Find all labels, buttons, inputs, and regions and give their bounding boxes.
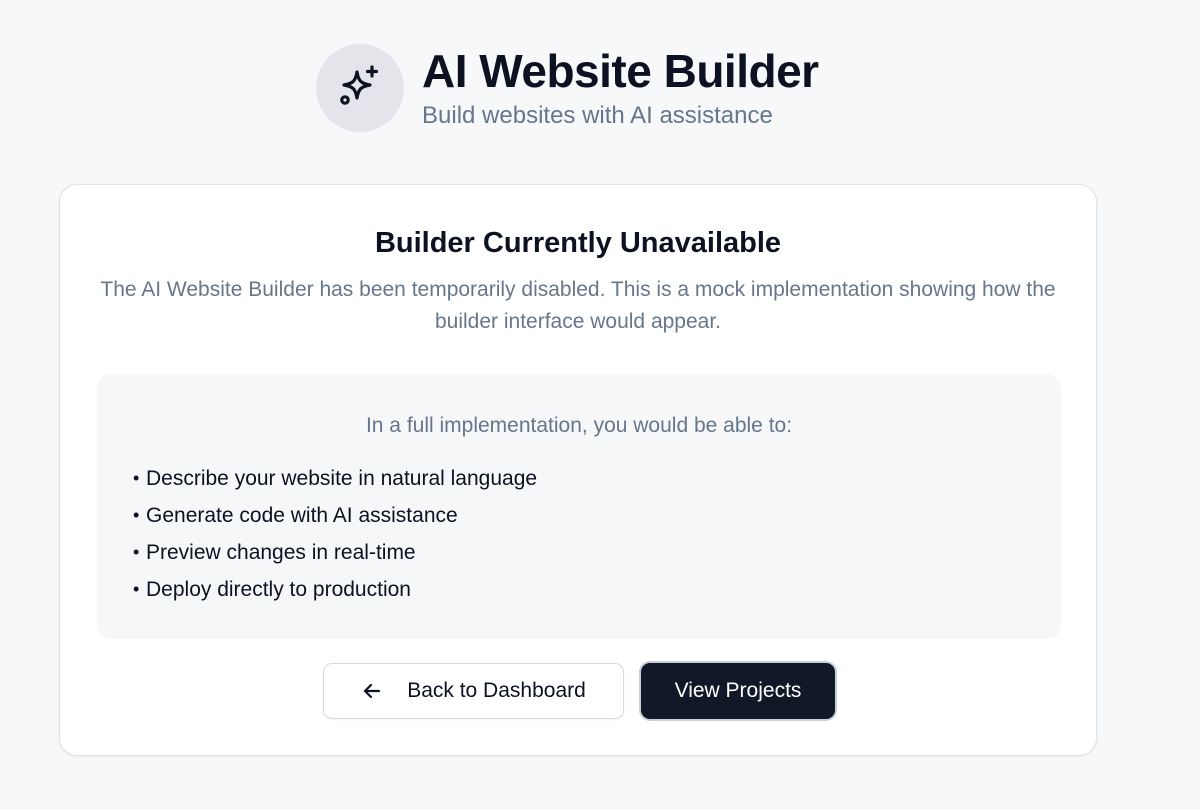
view-projects-button[interactable]: View Projects <box>641 663 835 719</box>
back-to-dashboard-button[interactable]: Back to Dashboard <box>323 663 624 719</box>
page-subtitle: Build websites with AI assistance <box>422 102 773 129</box>
sparkles-icon <box>335 61 385 116</box>
arrow-left-icon <box>361 680 383 702</box>
feature-list: • Describe your website in natural langu… <box>133 460 537 608</box>
page-header: AI Website Builder Build websites with A… <box>316 44 819 132</box>
list-item: • Preview changes in real-time <box>133 534 537 571</box>
list-item-text: Describe your website in natural languag… <box>146 466 538 490</box>
unavailable-card: Builder Currently Unavailable The AI Web… <box>59 184 1097 756</box>
card-description: The AI Website Builder has been temporar… <box>100 278 1056 333</box>
view-projects-label: View Projects <box>674 679 802 702</box>
list-item: • Describe your website in natural langu… <box>133 460 537 497</box>
feature-intro: In a full implementation, you would be a… <box>365 414 793 437</box>
bullet: • <box>133 468 140 488</box>
list-item-text: Deploy directly to production <box>146 577 411 601</box>
list-item-text: Preview changes in real-time <box>146 540 416 564</box>
bullet: • <box>133 542 140 562</box>
back-button-label: Back to Dashboard <box>407 679 586 702</box>
bullet: • <box>133 505 140 525</box>
bullet: • <box>133 579 140 599</box>
header-text: AI Website Builder Build websites with A… <box>422 45 819 131</box>
list-item: • Deploy directly to production <box>133 571 537 608</box>
logo-badge <box>316 44 404 132</box>
feature-box: In a full implementation, you would be a… <box>97 374 1061 639</box>
list-item: • Generate code with AI assistance <box>133 497 537 534</box>
list-item-text: Generate code with AI assistance <box>146 503 458 527</box>
page-title: AI Website Builder <box>422 45 819 97</box>
card-title: Builder Currently Unavailable <box>374 227 782 259</box>
